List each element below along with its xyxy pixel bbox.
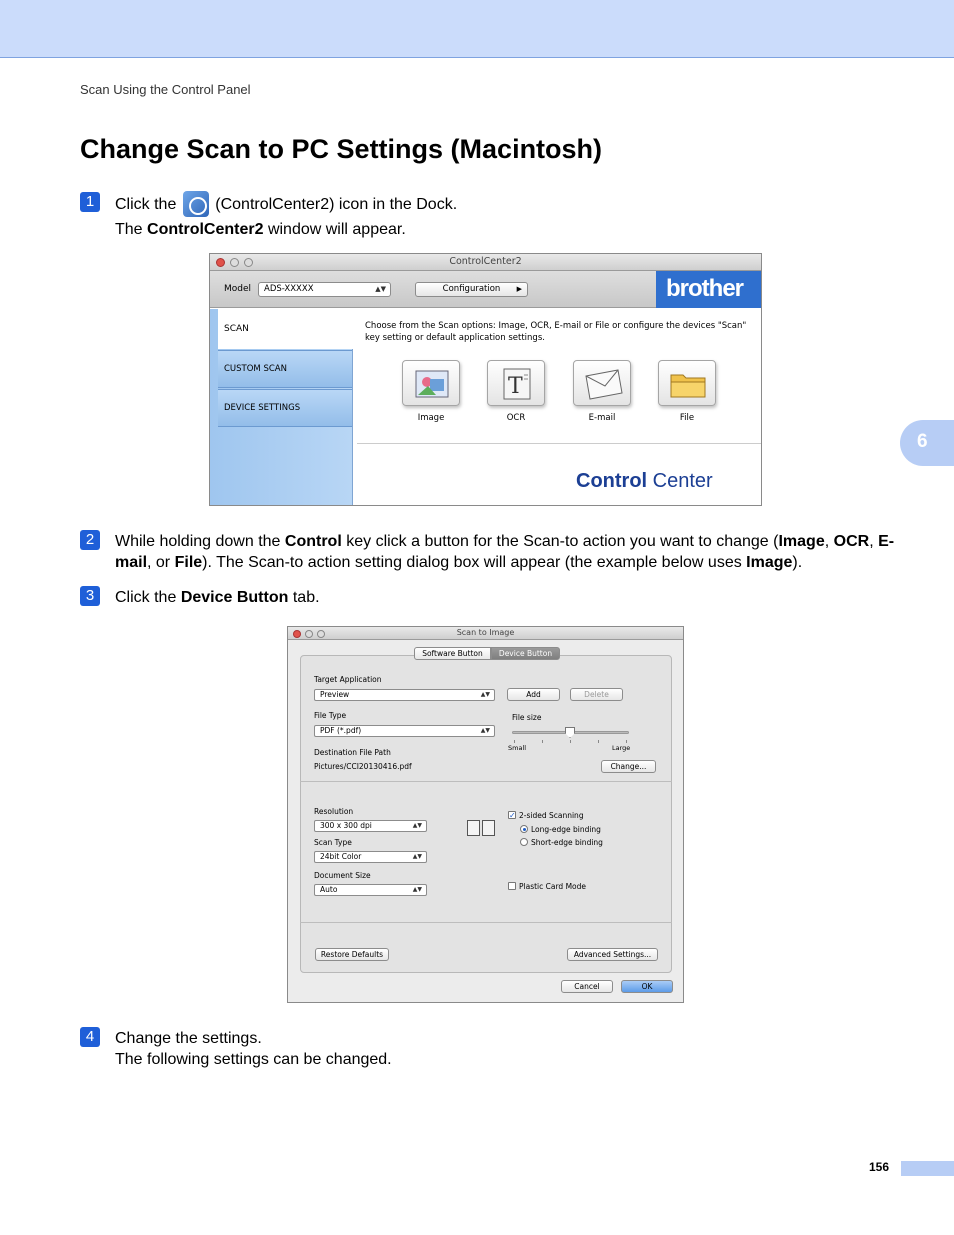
scan-to-image-window: Scan to Image Software Button Device But… (287, 626, 684, 1003)
updown-arrows-icon: ▲▼ (480, 727, 490, 734)
plastic-card-checkbox[interactable] (508, 882, 516, 890)
page-title: Change Scan to PC Settings (Macintosh) (80, 134, 603, 164)
long-edge-label: Long-edge binding (531, 825, 601, 834)
breadcrumb: Scan Using the Control Panel (80, 82, 251, 97)
add-button[interactable]: Add (507, 688, 560, 701)
settings-group (300, 655, 672, 973)
cc-sidebar: SCAN CUSTOM SCAN DEVICE SETTINGS (210, 309, 353, 505)
controlcenter2-icon (182, 191, 209, 217)
page-number-bar (901, 1161, 954, 1176)
window-title: ControlCenter2 (449, 256, 522, 267)
divider (300, 781, 672, 782)
file-size-large-label: Large (612, 744, 631, 752)
target-application-label: Target Application (314, 675, 382, 684)
tab-software-button[interactable]: Software Button (414, 647, 491, 660)
page-number: 156 (869, 1160, 890, 1174)
controlcenter2-window: ControlCenter2 Model ADS-XXXXX ▲▼ Configu… (209, 253, 762, 506)
plastic-card-label: Plastic Card Mode (519, 882, 587, 891)
document-size-label: Document Size (314, 871, 371, 880)
change-button[interactable]: Change... (601, 760, 656, 773)
slider-tick (570, 740, 571, 743)
brother-logo: brother (656, 271, 761, 308)
file-size-small-label: Small (508, 744, 527, 752)
ocr-label: OCR (506, 413, 526, 423)
slider-tick (626, 740, 627, 743)
scan-type-label: Scan Type (314, 838, 352, 847)
controlcenter-logo: Control Center (576, 470, 713, 492)
ok-button[interactable]: OK (621, 980, 673, 993)
two-sided-checkbox[interactable]: ✓ (508, 811, 516, 820)
file-button[interactable] (658, 360, 716, 406)
image-button[interactable] (402, 360, 460, 406)
step-4-text: Change the settings. The following setti… (115, 1030, 392, 1068)
cancel-button[interactable]: Cancel (561, 980, 613, 993)
window-titlebar: ControlCenter2 (210, 254, 761, 271)
updown-arrows-icon: ▲▼ (412, 853, 422, 860)
file-type-label: File Type (314, 711, 347, 720)
tab-device-settings[interactable]: DEVICE SETTINGS (218, 389, 352, 427)
two-sided-label: 2-sided Scanning (519, 811, 584, 820)
image-icon (415, 370, 449, 398)
step-2-text: While holding down the Control key click… (115, 533, 895, 571)
tab-scan[interactable]: SCAN (218, 309, 353, 349)
step-3-text: Click the Device Button tab. (115, 589, 320, 606)
duplex-icon (467, 820, 496, 836)
step-number-2: 2 (80, 530, 100, 550)
destination-label: Destination File Path (314, 748, 391, 757)
chapter-tab[interactable]: 6 (900, 420, 954, 466)
resolution-select[interactable]: 300 x 300 dpi ▲▼ (314, 820, 427, 832)
short-edge-radio[interactable] (520, 838, 528, 846)
file-label: File (679, 413, 695, 423)
divider (300, 922, 672, 923)
tab-device-button[interactable]: Device Button (491, 647, 560, 660)
header-band (0, 0, 954, 58)
step-number-1: 1 (80, 192, 100, 212)
scan-description: Choose from the Scan options: Image, OCR… (365, 321, 747, 343)
folder-icon (670, 374, 706, 398)
step-number-4: 4 (80, 1027, 100, 1047)
image-label: Image (417, 413, 445, 423)
model-select[interactable]: ADS-XXXXX ▲▼ (258, 282, 391, 297)
svg-text:T: T (508, 374, 523, 399)
email-label: E-mail (588, 413, 616, 423)
chapter-number: 6 (917, 431, 928, 452)
target-application-select[interactable]: Preview ▲▼ (314, 689, 495, 701)
updown-arrows-icon: ▲▼ (412, 822, 422, 829)
ocr-button[interactable]: T (487, 360, 545, 406)
slider-tick (514, 740, 515, 743)
slider-tick (542, 740, 543, 743)
step-number-3: 3 (80, 586, 100, 606)
envelope-icon (585, 369, 623, 400)
restore-defaults-button[interactable]: Restore Defaults (315, 948, 389, 961)
divider (357, 443, 761, 444)
tab-custom-scan[interactable]: CUSTOM SCAN (218, 350, 352, 388)
updown-arrows-icon: ▲▼ (480, 691, 490, 698)
updown-arrows-icon: ▲▼ (412, 886, 422, 893)
scan-type-select[interactable]: 24bit Color ▲▼ (314, 851, 427, 863)
model-label: Model (224, 284, 252, 294)
long-edge-radio[interactable] (520, 825, 528, 833)
file-size-label: File size (512, 713, 542, 722)
document-size-select[interactable]: Auto ▲▼ (314, 884, 427, 896)
ocr-icon: T (503, 368, 531, 400)
window-title: Scan to Image (456, 628, 515, 637)
triangle-right-icon: ▶ (516, 285, 522, 293)
short-edge-label: Short-edge binding (531, 838, 603, 847)
step-1-text: Click the (ControlCenter2) icon in the D… (115, 191, 457, 240)
delete-button[interactable]: Delete (570, 688, 623, 701)
configuration-button[interactable]: Configuration ▶ (415, 282, 528, 297)
window-titlebar: Scan to Image (288, 627, 683, 640)
destination-path: Pictures/CCI20130416.pdf (314, 762, 412, 771)
email-button[interactable] (573, 360, 631, 406)
advanced-settings-button[interactable]: Advanced Settings... (567, 948, 658, 961)
slider-tick (598, 740, 599, 743)
cc-header: Model ADS-XXXXX ▲▼ Configuration ▶ brothe… (210, 271, 761, 308)
file-type-select[interactable]: PDF (*.pdf) ▲▼ (314, 725, 495, 737)
resolution-label: Resolution (314, 807, 354, 816)
updown-arrows-icon: ▲▼ (375, 285, 386, 293)
